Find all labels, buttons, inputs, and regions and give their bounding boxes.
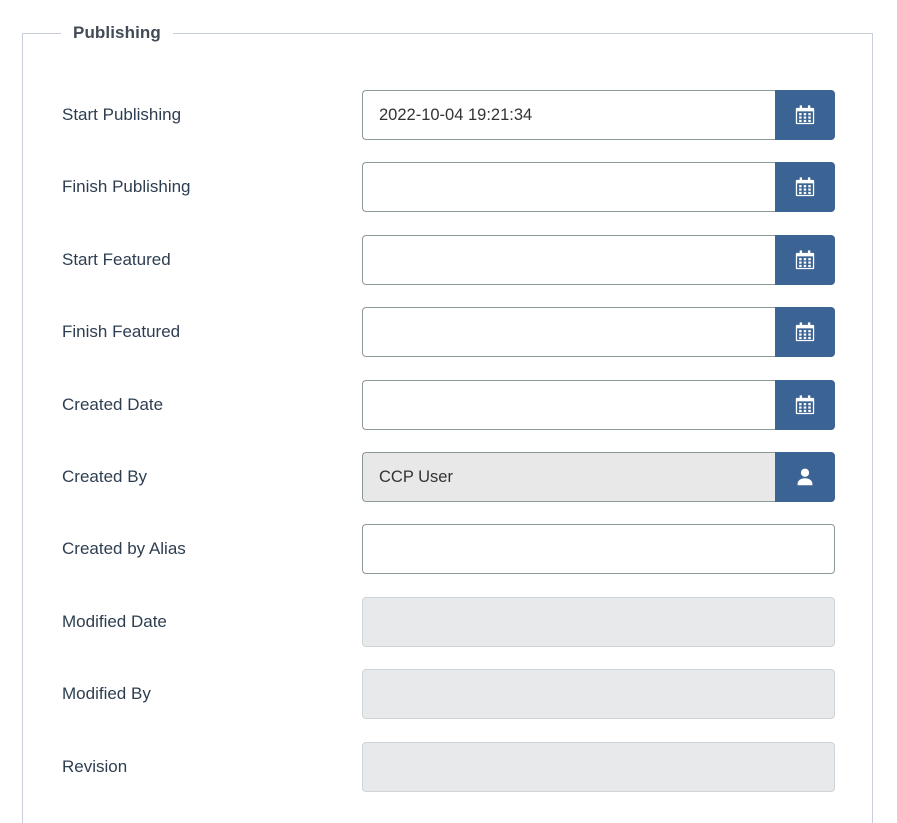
input-created-by-alias[interactable] bbox=[362, 524, 835, 575]
field-control-created-date bbox=[362, 379, 835, 430]
field-row-start-publishing: Start Publishing bbox=[0, 90, 897, 140]
field-control-created-by-alias bbox=[362, 524, 835, 575]
field-label-start-featured: Start Featured bbox=[62, 249, 171, 269]
calendar-icon bbox=[794, 249, 816, 271]
calendar-icon bbox=[794, 394, 816, 416]
field-row-created-by: Created By bbox=[0, 452, 897, 502]
finish-publishing-calendar-button[interactable] bbox=[775, 162, 835, 213]
input-finish-publishing[interactable] bbox=[362, 162, 776, 213]
input-modified-date bbox=[362, 596, 835, 647]
input-finish-featured[interactable] bbox=[362, 307, 776, 358]
field-row-created-date: Created Date bbox=[0, 379, 897, 430]
field-label-created-date: Created Date bbox=[62, 394, 164, 414]
publishing-field-rows: Start Publishing Finish Publishing Start F… bbox=[0, 0, 897, 803]
field-control-modified-date bbox=[362, 596, 835, 647]
input-start-publishing[interactable] bbox=[362, 90, 776, 140]
field-row-created-by-alias: Created by Alias bbox=[0, 524, 897, 575]
field-label-finish-publishing: Finish Publishing bbox=[62, 177, 191, 197]
field-control-finish-featured bbox=[362, 307, 835, 358]
field-control-start-featured bbox=[362, 234, 835, 285]
field-row-finish-publishing: Finish Publishing bbox=[0, 162, 897, 213]
calendar-icon bbox=[794, 104, 816, 126]
user-icon bbox=[794, 466, 816, 488]
finish-featured-calendar-button[interactable] bbox=[775, 307, 835, 358]
field-control-revision bbox=[362, 741, 835, 792]
input-created-by[interactable] bbox=[362, 452, 776, 502]
field-row-finish-featured: Finish Featured bbox=[0, 307, 897, 358]
field-control-start-publishing bbox=[362, 90, 835, 140]
start-featured-calendar-button[interactable] bbox=[775, 234, 835, 285]
calendar-icon bbox=[794, 321, 816, 343]
calendar-icon bbox=[794, 176, 816, 198]
field-control-modified-by bbox=[362, 669, 835, 720]
created-by-user-button[interactable] bbox=[775, 452, 835, 502]
field-row-start-featured: Start Featured bbox=[0, 234, 897, 285]
publishing-panel-page: Publishing Start Publishing Finish Publis… bbox=[0, 0, 897, 823]
field-label-finish-featured: Finish Featured bbox=[62, 322, 181, 342]
input-start-featured[interactable] bbox=[362, 234, 776, 285]
field-row-modified-date: Modified Date bbox=[0, 596, 897, 647]
created-date-calendar-button[interactable] bbox=[775, 379, 835, 430]
start-publishing-calendar-button[interactable] bbox=[775, 90, 835, 140]
field-row-revision: Revision bbox=[0, 741, 897, 792]
field-label-created-by: Created By bbox=[62, 467, 148, 486]
field-control-created-by bbox=[362, 452, 835, 502]
field-label-start-publishing: Start Publishing bbox=[62, 105, 182, 124]
field-control-finish-publishing bbox=[362, 162, 835, 213]
field-label-modified-by: Modified By bbox=[62, 684, 151, 704]
field-row-modified-by: Modified By bbox=[0, 669, 897, 720]
field-label-revision: Revision bbox=[62, 756, 128, 776]
input-created-date[interactable] bbox=[362, 379, 776, 430]
fieldset-legend-publishing: Publishing bbox=[61, 21, 173, 45]
field-label-created-by-alias: Created by Alias bbox=[62, 539, 186, 559]
input-modified-by bbox=[362, 669, 835, 720]
field-label-modified-date: Modified Date bbox=[62, 611, 167, 631]
input-revision bbox=[362, 741, 835, 792]
